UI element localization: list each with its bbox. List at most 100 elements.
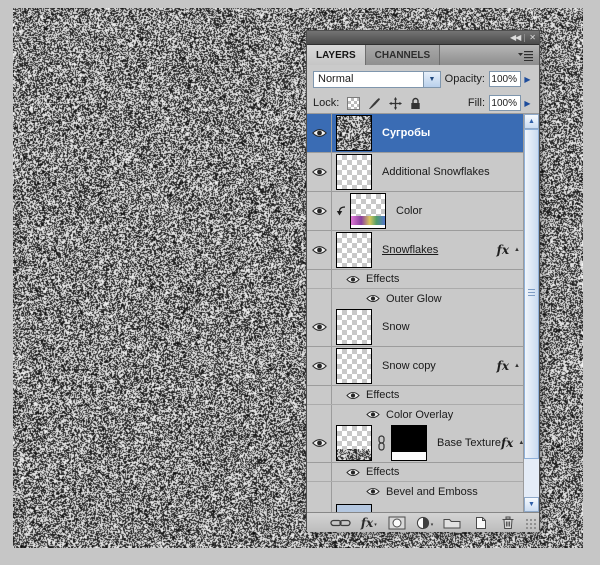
effect-name[interactable]: Bevel and Emboss [386, 486, 478, 498]
layer-name[interactable]: Base Texture [437, 437, 501, 449]
layer-controls: Normal ▼ Opacity: 100% ▶ Lock: Fill: 100… [307, 65, 539, 114]
panel-bottom-toolbar: fx ▾ ▾ [307, 512, 539, 532]
panel-menu-button[interactable] [513, 45, 539, 65]
visibility-toggle[interactable] [307, 231, 332, 269]
add-adjustment-layer-button[interactable]: ▾ [411, 513, 439, 532]
effect-name[interactable]: Color Overlay [386, 409, 453, 421]
effect-row[interactable]: Outer Glow [307, 288, 525, 308]
effects-visibility-toggle[interactable] [346, 391, 360, 400]
eye-icon [312, 167, 327, 177]
eye-column [307, 405, 332, 424]
eye-column [307, 270, 332, 288]
layer-row[interactable]: Color [307, 192, 525, 231]
effect-visibility-toggle[interactable] [366, 487, 380, 496]
layer-thumbnail[interactable] [336, 115, 372, 151]
chain-link-icon [330, 518, 351, 528]
effect-row[interactable]: Color Overlay [307, 404, 525, 424]
effects-visibility-toggle[interactable] [346, 468, 360, 477]
effect-name[interactable]: Outer Glow [386, 293, 442, 305]
lock-paint-brush-icon[interactable] [368, 97, 381, 110]
layer-name[interactable]: Snow copy [382, 360, 436, 372]
layer-list: Сугробы Additional Snowflakes Color Snow… [307, 114, 539, 512]
lock-all-padlock-icon[interactable] [410, 97, 421, 110]
add-layer-style-button[interactable]: fx ▾ [355, 513, 383, 532]
lock-position-move-icon[interactable] [389, 97, 402, 110]
new-group-button[interactable] [438, 513, 466, 532]
scroll-down-button[interactable]: ▼ [524, 497, 539, 512]
tab-layers[interactable]: LAYERS [307, 45, 366, 65]
panel-titlebar[interactable]: ◀◀ ✕ [307, 31, 539, 45]
visibility-toggle[interactable] [307, 308, 332, 346]
fill-label: Fill: [468, 97, 485, 109]
effect-visibility-toggle[interactable] [366, 294, 380, 303]
eye-icon [346, 391, 360, 400]
effects-visibility-toggle[interactable] [346, 275, 360, 284]
opacity-spinner-icon[interactable]: ▶ [522, 75, 533, 84]
layer-name[interactable]: Additional Snowflakes [382, 166, 490, 178]
visibility-toggle[interactable] [307, 347, 332, 385]
eye-icon [312, 245, 327, 255]
layer-row[interactable]: Snow copy fx ▲ [307, 347, 525, 386]
layer-thumbnail[interactable] [336, 232, 372, 268]
layer-style-fx-badge[interactable]: fx [501, 436, 513, 450]
visibility-toggle[interactable] [307, 153, 332, 191]
scroll-up-button[interactable]: ▲ [524, 114, 539, 129]
tabbar-spacer [440, 45, 513, 65]
visibility-toggle[interactable] [307, 192, 332, 230]
mask-link-icon[interactable] [377, 435, 386, 451]
layer-mask-icon [388, 516, 406, 530]
layer-thumbnail[interactable] [336, 309, 372, 345]
layer-row[interactable]: Snowflakes fx ▲ [307, 231, 525, 270]
collapse-panel-icon[interactable]: ◀◀ [510, 34, 520, 42]
layer-row[interactable]: Additional Snowflakes [307, 153, 525, 192]
layer-mask-thumbnail[interactable] [391, 425, 427, 461]
vertical-scrollbar[interactable]: ▲ ▼ [523, 114, 539, 512]
blend-mode-value: Normal [314, 73, 423, 85]
fill-spinner-icon[interactable]: ▶ [522, 99, 533, 108]
layer-style-fx-badge[interactable]: fx [497, 243, 509, 257]
eye-column [307, 501, 332, 512]
layer-thumbnail[interactable] [336, 348, 372, 384]
add-layer-mask-button[interactable] [383, 513, 411, 532]
eye-column [307, 289, 332, 308]
effects-label: Effects [366, 273, 399, 285]
new-layer-button[interactable] [466, 513, 494, 532]
new-layer-icon [473, 516, 487, 530]
link-layers-button[interactable] [327, 513, 355, 532]
blend-mode-dropdown-icon[interactable]: ▼ [423, 72, 440, 87]
panel-menu-icon [518, 50, 534, 61]
lock-transparency-icon[interactable] [347, 97, 360, 110]
layer-name[interactable]: Color [396, 205, 422, 217]
layer-name[interactable]: Snow [382, 321, 410, 333]
fx-icon: fx [361, 516, 373, 530]
effects-header-row[interactable]: Effects [307, 270, 525, 288]
eye-icon [346, 275, 360, 284]
close-panel-icon[interactable]: ✕ [529, 34, 535, 42]
effect-visibility-toggle[interactable] [366, 410, 380, 419]
opacity-field[interactable]: 100% [489, 71, 521, 87]
eye-icon [312, 361, 327, 371]
fill-field[interactable]: 100% [489, 95, 521, 111]
layer-row[interactable]: Сугробы [307, 114, 525, 153]
layers-panel: ◀◀ ✕ LAYERS CHANNELS Normal ▼ Opacity: 1… [306, 30, 540, 530]
layer-row[interactable]: Snow [307, 308, 525, 347]
tab-channels[interactable]: CHANNELS [366, 45, 441, 65]
layer-name[interactable]: Snowflakes [382, 244, 438, 256]
layer-thumbnail[interactable] [336, 425, 372, 461]
layer-row-partial[interactable] [307, 501, 525, 512]
delete-layer-button[interactable] [494, 513, 522, 532]
effects-header-row[interactable]: Effects [307, 463, 525, 481]
layer-style-fx-badge[interactable]: fx [497, 359, 509, 373]
panel-resize-grip[interactable] [524, 517, 536, 529]
effects-header-row[interactable]: Effects [307, 386, 525, 404]
visibility-toggle[interactable] [307, 424, 332, 462]
layer-name[interactable]: Сугробы [382, 127, 430, 139]
layer-thumbnail[interactable] [350, 193, 386, 229]
blend-mode-select[interactable]: Normal ▼ [313, 71, 441, 88]
layer-row[interactable]: Base Texture fx ▲ [307, 424, 525, 463]
effect-row[interactable]: Bevel and Emboss [307, 481, 525, 501]
adjustment-layer-icon [416, 516, 430, 530]
scrollbar-thumb[interactable] [524, 129, 539, 459]
visibility-toggle[interactable] [307, 114, 332, 152]
layer-thumbnail[interactable] [336, 154, 372, 190]
